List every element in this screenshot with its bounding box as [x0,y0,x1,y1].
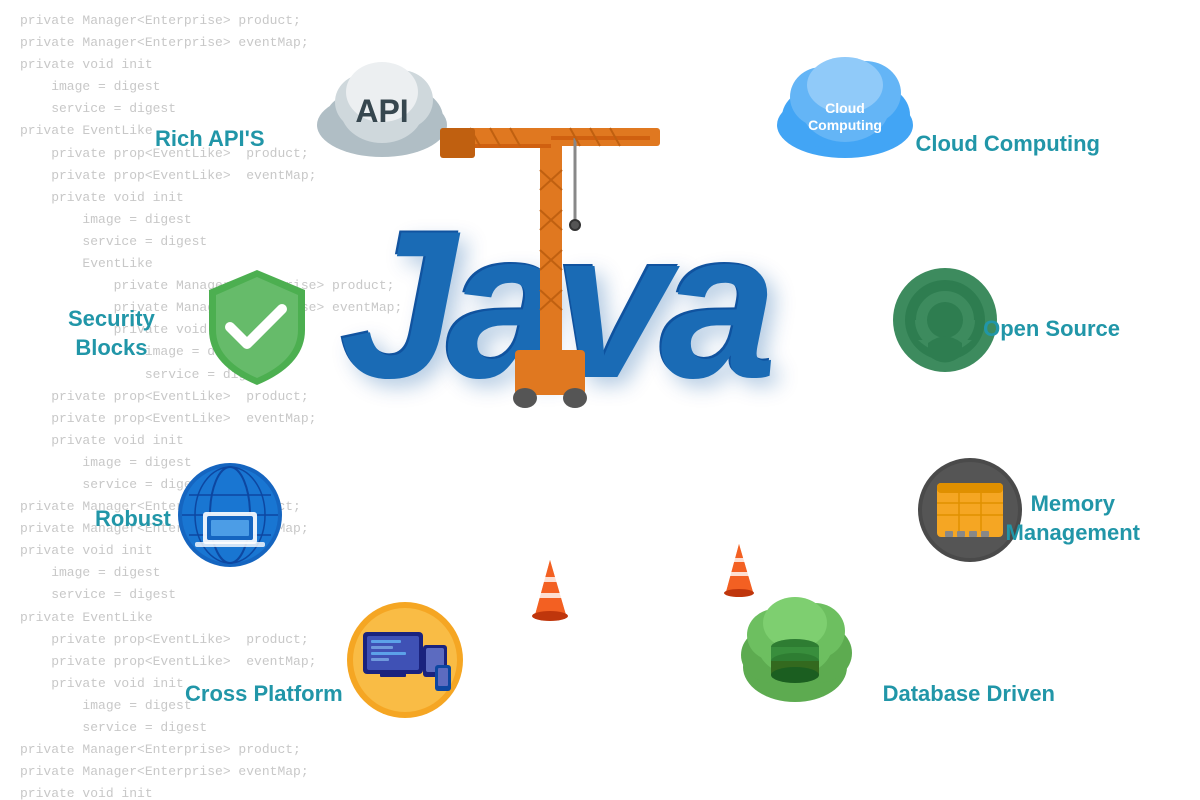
cross-platform-label: Cross Platform [185,680,343,709]
database-driven-icon [735,595,855,710]
svg-text:API: API [355,93,408,129]
robust-label: Robust [95,505,171,534]
security-shield-icon [200,265,315,395]
traffic-cone-2 [720,540,758,605]
memory-management-label: MemoryManagement [1006,490,1140,547]
database-driven-label: Database Driven [883,680,1055,709]
cloud-computing-icon: Cloud Computing [770,55,920,165]
traffic-cone-1 [528,555,573,630]
open-source-label: Open Source [983,315,1120,344]
security-blocks-label: SecurityBlocks [68,305,155,362]
svg-text:Cloud: Cloud [825,100,865,116]
svg-text:Computing: Computing [808,117,882,133]
cloud-computing-label: Cloud Computing [915,130,1100,159]
crane-icon [420,50,700,415]
cross-platform-icon [345,600,465,725]
robust-globe-icon [175,460,285,575]
rich-api-label: Rich API'S [155,125,265,154]
main-container: Java API Cloud Computing [0,0,1200,800]
